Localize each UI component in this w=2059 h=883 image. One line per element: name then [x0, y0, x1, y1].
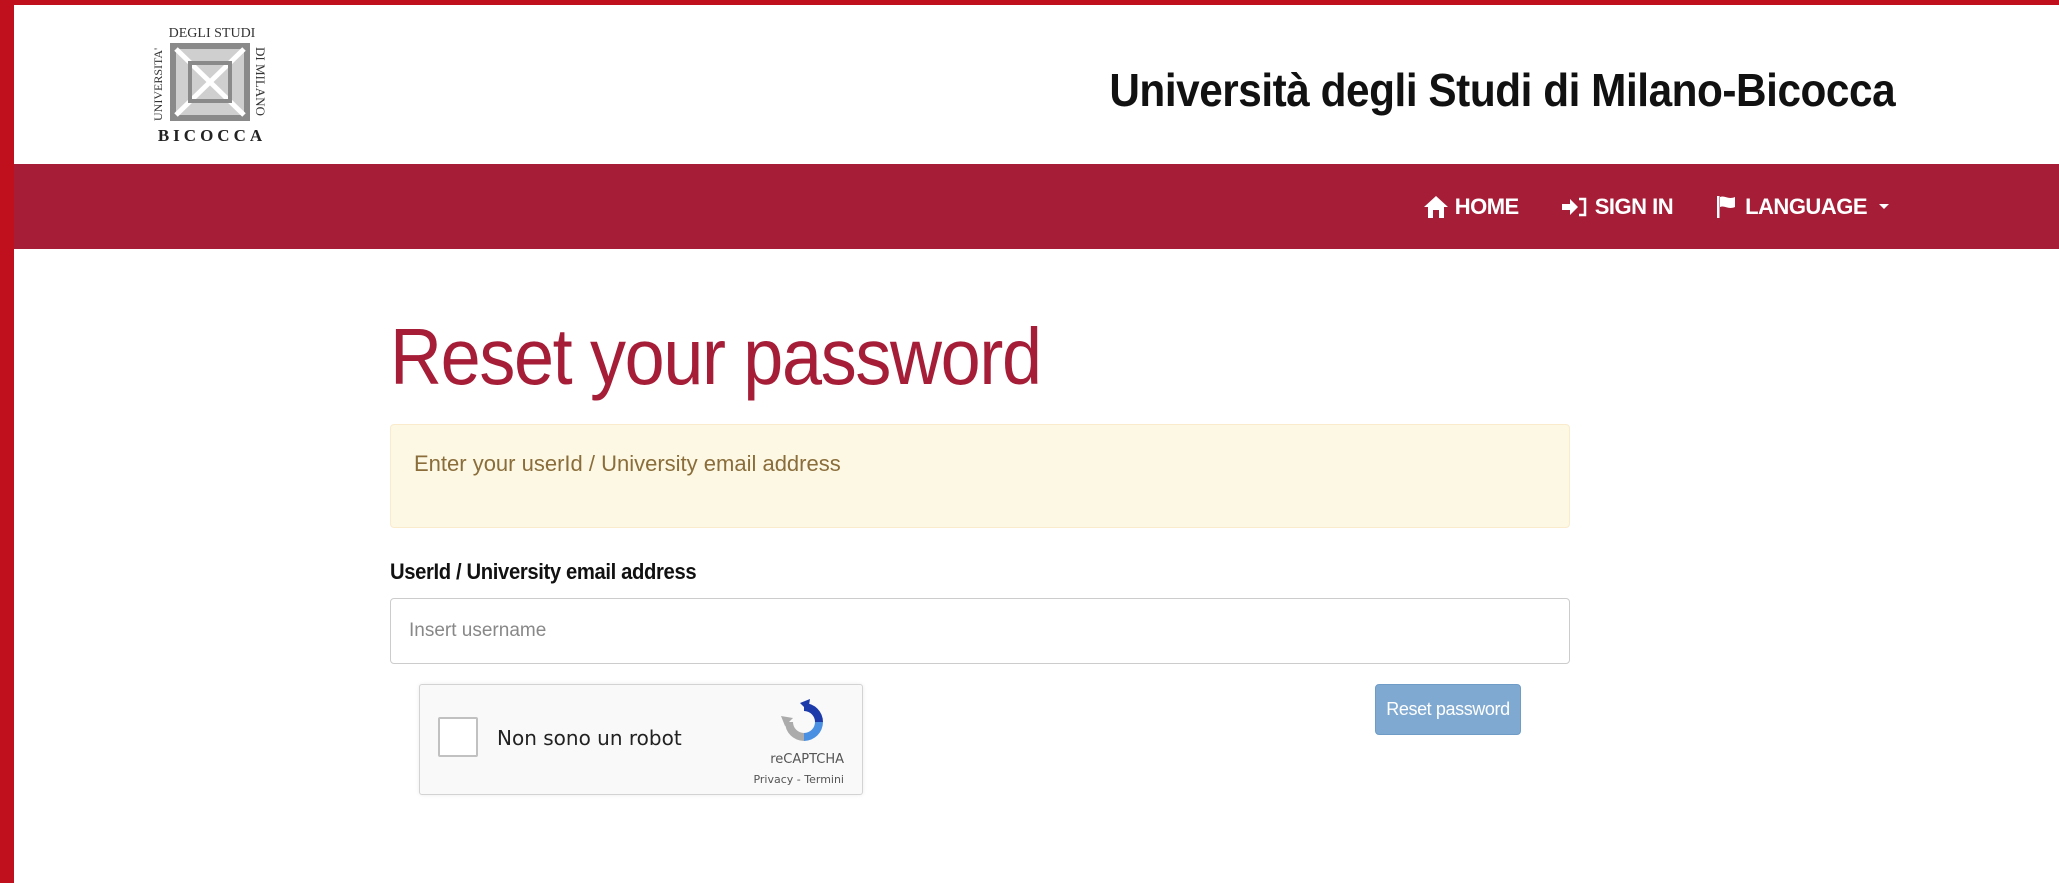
page-title: Reset your password: [390, 312, 1042, 401]
recaptcha-checkbox[interactable]: [438, 717, 478, 757]
recaptcha-links[interactable]: Privacy - Termini: [753, 773, 844, 786]
recaptcha-brand: reCAPTCHA: [770, 752, 844, 767]
recaptcha-widget: Non sono un robot reCAPTCHA Privacy - Te…: [419, 684, 863, 795]
chevron-down-icon: [1879, 204, 1889, 209]
logo-left-text: UNIVERSITA': [151, 48, 165, 121]
flag-icon: [1717, 195, 1736, 218]
username-input[interactable]: [390, 598, 1570, 664]
nav-home[interactable]: HOME: [1423, 194, 1519, 220]
site-title: Università degli Studi di Milano-Bicocca: [1109, 64, 1895, 116]
nav-home-label: HOME: [1454, 193, 1520, 219]
recaptcha-icon: [781, 699, 823, 741]
logo-bottom-text: BICOCCA: [158, 126, 266, 145]
username-label: UserId / University email address: [390, 559, 697, 584]
nav-language[interactable]: LANGUAGE: [1715, 194, 1889, 220]
info-alert: Enter your userId / University email add…: [390, 424, 1570, 528]
nav-sign-in[interactable]: SIGN IN: [1561, 193, 1674, 220]
logo-top-text: DEGLI STUDI: [169, 26, 256, 41]
logo-right-text: DI MILANO: [253, 47, 268, 116]
recaptcha-label: Non sono un robot: [497, 726, 682, 750]
reset-password-button[interactable]: Reset password: [1375, 684, 1521, 735]
home-icon: [1423, 195, 1448, 218]
university-logo[interactable]: DEGLI STUDI UNIVERSITA' DI MILANO BICOCC…: [148, 21, 276, 149]
main-navbar: HOME SIGN IN LANGUAGE: [14, 164, 2059, 249]
sign-in-icon: [1561, 197, 1586, 216]
nav-sign-in-label: SIGN IN: [1594, 193, 1674, 219]
nav-language-label: LANGUAGE: [1745, 193, 1867, 219]
site-header: DEGLI STUDI UNIVERSITA' DI MILANO BICOCC…: [14, 5, 2059, 164]
